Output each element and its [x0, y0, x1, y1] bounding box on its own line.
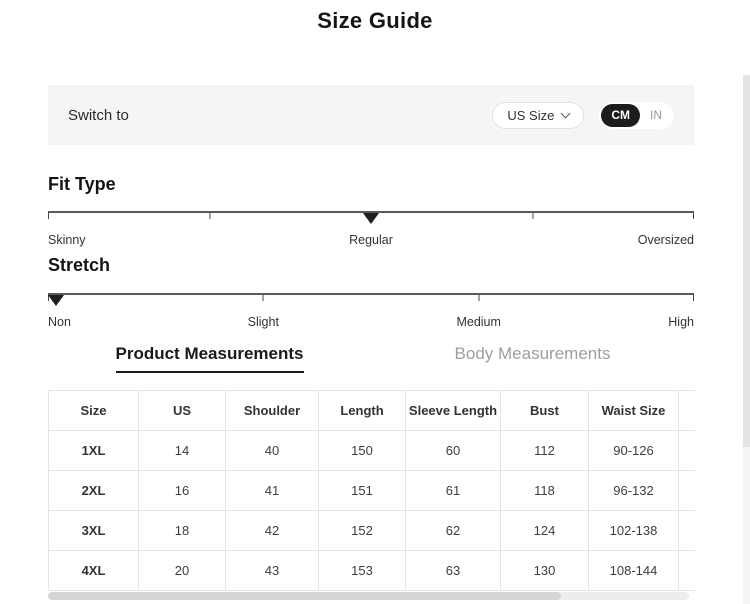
measurement-tabs: Product Measurements Body Measurements: [48, 344, 694, 373]
table-cell: 18: [139, 511, 226, 551]
table-cell: 112: [501, 431, 589, 471]
table-cell: 61: [406, 471, 501, 511]
slider-tick: [532, 213, 533, 219]
size-guide-panel: Size Guide Switch to US Size CM IN Fit T…: [0, 0, 750, 604]
table-cell: 90-126: [589, 431, 679, 471]
table-row: 1XL14401506011290-126: [49, 431, 696, 471]
table-cell: 41: [226, 471, 319, 511]
tab-product-measurements[interactable]: Product Measurements: [48, 344, 371, 373]
size-standard-dropdown[interactable]: US Size: [492, 102, 584, 129]
horizontal-scrollbar[interactable]: [48, 592, 689, 600]
table-cell: 130: [501, 551, 589, 591]
unit-option-cm[interactable]: CM: [601, 104, 640, 127]
table-cell: 152: [319, 511, 406, 551]
table-cell: 118: [501, 471, 589, 511]
table-row: 2XL16411516111896-132: [49, 471, 696, 511]
vertical-scrollbar[interactable]: [743, 75, 750, 604]
table-cell-clipped: [679, 431, 696, 471]
slider-label: Medium: [456, 315, 500, 329]
unit-option-in[interactable]: IN: [640, 104, 672, 127]
size-cell: 3XL: [49, 511, 139, 551]
table-header-cell: Length: [319, 391, 406, 431]
tab-body-measurements[interactable]: Body Measurements: [371, 344, 694, 373]
switch-bar: Switch to US Size CM IN: [48, 85, 694, 145]
table-row: 3XL184215262124102-138: [49, 511, 696, 551]
table-cell: 14: [139, 431, 226, 471]
slider-tick: [693, 295, 694, 301]
page-title: Size Guide: [0, 8, 750, 34]
slider-tick: [693, 213, 694, 219]
slider-tick: [263, 295, 264, 301]
table-header-cell: US: [139, 391, 226, 431]
table-cell: 62: [406, 511, 501, 551]
table-header-cell: Waist Size: [589, 391, 679, 431]
table-cell: 102-138: [589, 511, 679, 551]
size-cell: 2XL: [49, 471, 139, 511]
fit-type-slider: Skinny Regular Oversized: [48, 211, 694, 253]
slider-marker: [363, 213, 379, 224]
table-header-cell: Bust: [501, 391, 589, 431]
table-cell-clipped: [679, 471, 696, 511]
slider-track: [48, 293, 694, 295]
size-cell: 1XL: [49, 431, 139, 471]
slider-label: Non: [48, 315, 71, 329]
slider-tick: [209, 213, 210, 219]
table-row: 4XL204315363130108-144: [49, 551, 696, 591]
slider-tick: [478, 295, 479, 301]
table-cell: 151: [319, 471, 406, 511]
slider-tick: [48, 213, 49, 219]
horizontal-scrollbar-thumb[interactable]: [48, 592, 561, 600]
table-cell-clipped: [679, 551, 696, 591]
table-header-row: SizeUSShoulderLengthSleeve LengthBustWai…: [49, 391, 696, 431]
chevron-down-icon: [561, 108, 571, 118]
table-cell: 124: [501, 511, 589, 551]
slider-label: Regular: [349, 233, 393, 247]
table-cell: 60: [406, 431, 501, 471]
table-header-cell: Size: [49, 391, 139, 431]
table-cell: 42: [226, 511, 319, 551]
slider-marker: [48, 295, 64, 306]
table-cell: 20: [139, 551, 226, 591]
table-cell: 16: [139, 471, 226, 511]
slider-label: Skinny: [48, 233, 86, 247]
table-header-cell-clipped: [679, 391, 696, 431]
size-standard-value: US Size: [507, 108, 554, 123]
table-cell: 63: [406, 551, 501, 591]
measurements-table: SizeUSShoulderLengthSleeve LengthBustWai…: [48, 390, 695, 591]
table-cell: 153: [319, 551, 406, 591]
table-cell: 40: [226, 431, 319, 471]
switch-to-label: Switch to: [68, 107, 129, 124]
table-cell: 108-144: [589, 551, 679, 591]
table-cell-clipped: [679, 511, 696, 551]
table-cell: 43: [226, 551, 319, 591]
size-cell: 4XL: [49, 551, 139, 591]
table-wrap: SizeUSShoulderLengthSleeve LengthBustWai…: [48, 390, 695, 591]
slider-label: Oversized: [638, 233, 694, 247]
table-header-cell: Sleeve Length: [406, 391, 501, 431]
stretch-heading: Stretch: [48, 255, 110, 276]
table-header-cell: Shoulder: [226, 391, 319, 431]
table-cell: 96-132: [589, 471, 679, 511]
fit-type-heading: Fit Type: [48, 174, 116, 195]
unit-toggle: CM IN: [599, 102, 674, 129]
table-cell: 150: [319, 431, 406, 471]
slider-label: High: [668, 315, 694, 329]
vertical-scrollbar-thumb[interactable]: [743, 75, 750, 447]
bar-controls: US Size CM IN: [492, 102, 674, 129]
slider-label: Slight: [248, 315, 279, 329]
stretch-slider: Non Slight Medium High: [48, 293, 694, 335]
